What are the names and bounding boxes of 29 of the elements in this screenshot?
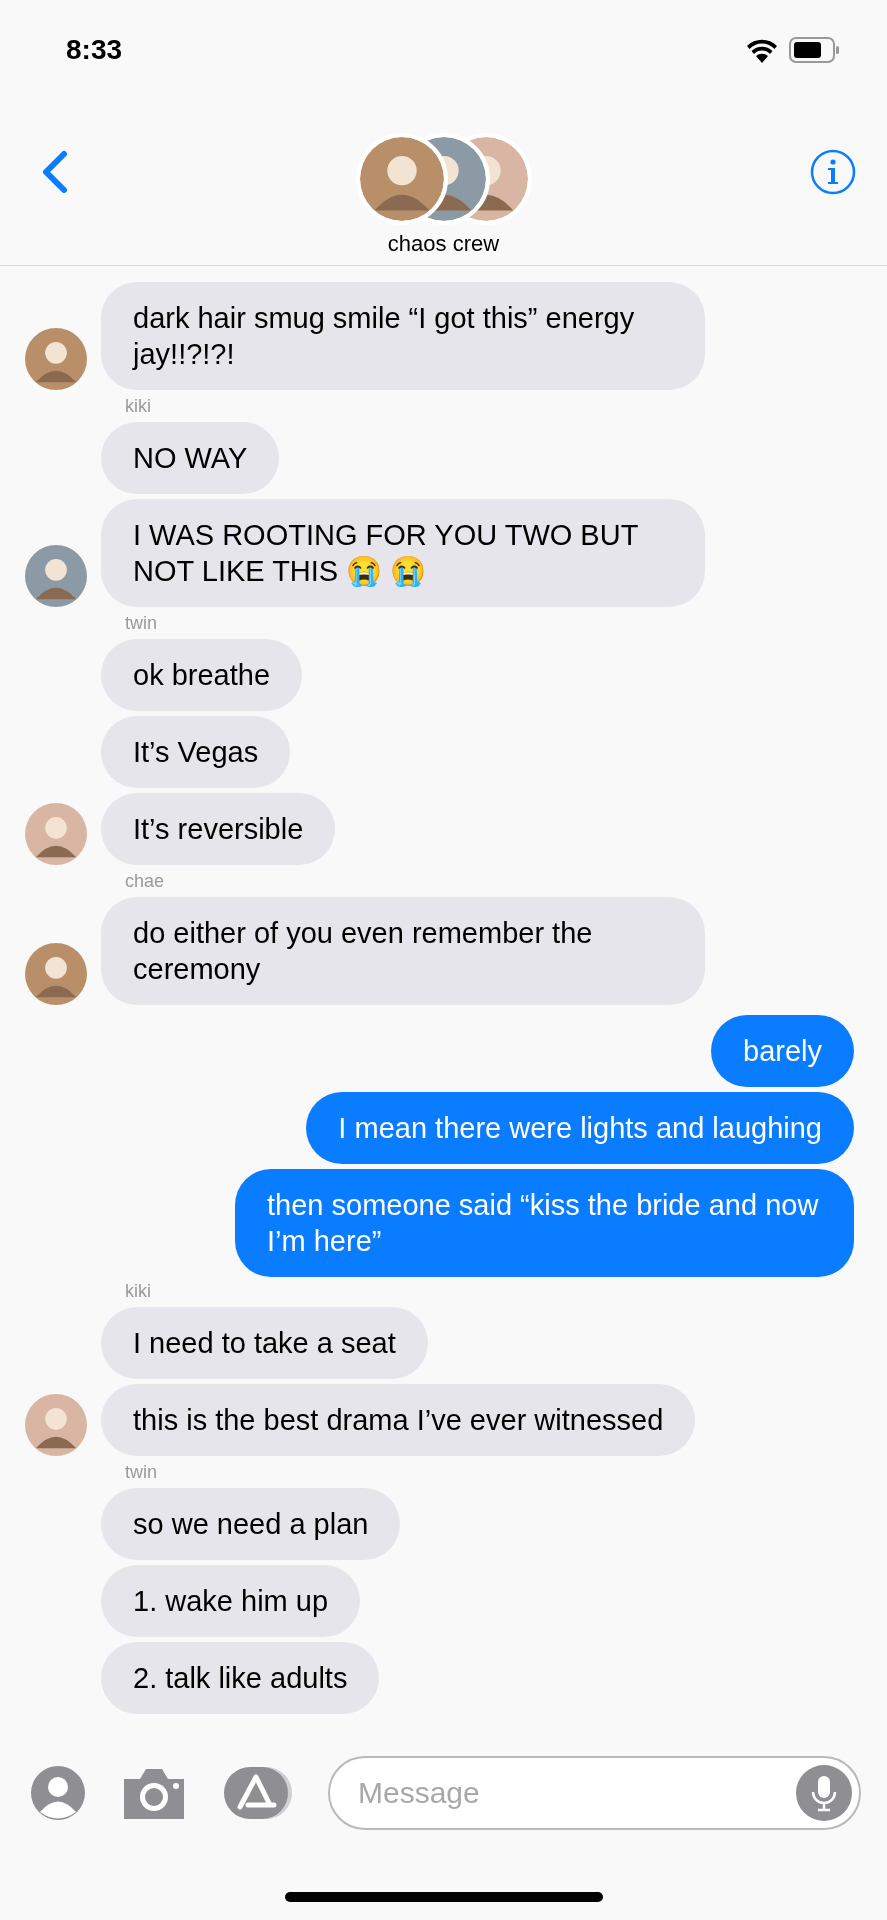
message-field[interactable]: Message	[328, 1756, 861, 1830]
sent-message: I mean there were lights and laughing	[306, 1092, 854, 1164]
received-message: I need to take a seat	[101, 1307, 428, 1379]
conversation-title[interactable]: chaos crew	[387, 231, 500, 257]
received-message: I WAS ROOTING FOR YOU TWO BUT NOT LIKE THIS 😭 😭	[101, 499, 705, 607]
battery-icon	[789, 37, 841, 63]
received-message: It’s reversible	[101, 793, 336, 865]
sender-name: kiki	[125, 396, 152, 417]
info-button[interactable]	[809, 148, 857, 196]
received-message: 2. talk like adults	[101, 1642, 380, 1714]
received-message: so we need a plan	[101, 1488, 401, 1560]
received-message: ok breathe	[101, 639, 303, 711]
contact-icon[interactable]	[30, 1765, 86, 1821]
received-message: this is the best drama I’ve ever witnessed	[101, 1384, 696, 1456]
app-store-icon[interactable]	[222, 1765, 294, 1821]
sent-message: barely	[711, 1015, 854, 1087]
sender-name: chae	[125, 871, 166, 892]
sender-name: kiki	[125, 1281, 152, 1302]
received-message: do either of you even remember the ceremony	[101, 897, 705, 1005]
clock-time: 8:33	[66, 34, 123, 66]
sender-name: twin	[125, 613, 158, 634]
sent-message: then someone said “kiss the bride and now I’m here”	[235, 1169, 854, 1277]
microphone-icon[interactable]	[796, 1765, 852, 1821]
received-message: NO WAY	[101, 422, 280, 494]
wifi-icon	[745, 37, 779, 63]
received-message: It’s Vegas	[101, 716, 291, 788]
sender-name: twin	[125, 1462, 158, 1483]
received-message: 1. wake him up	[101, 1565, 361, 1637]
received-message: dark hair smug smile “I got this” energy jay!!?!?!	[101, 282, 705, 390]
